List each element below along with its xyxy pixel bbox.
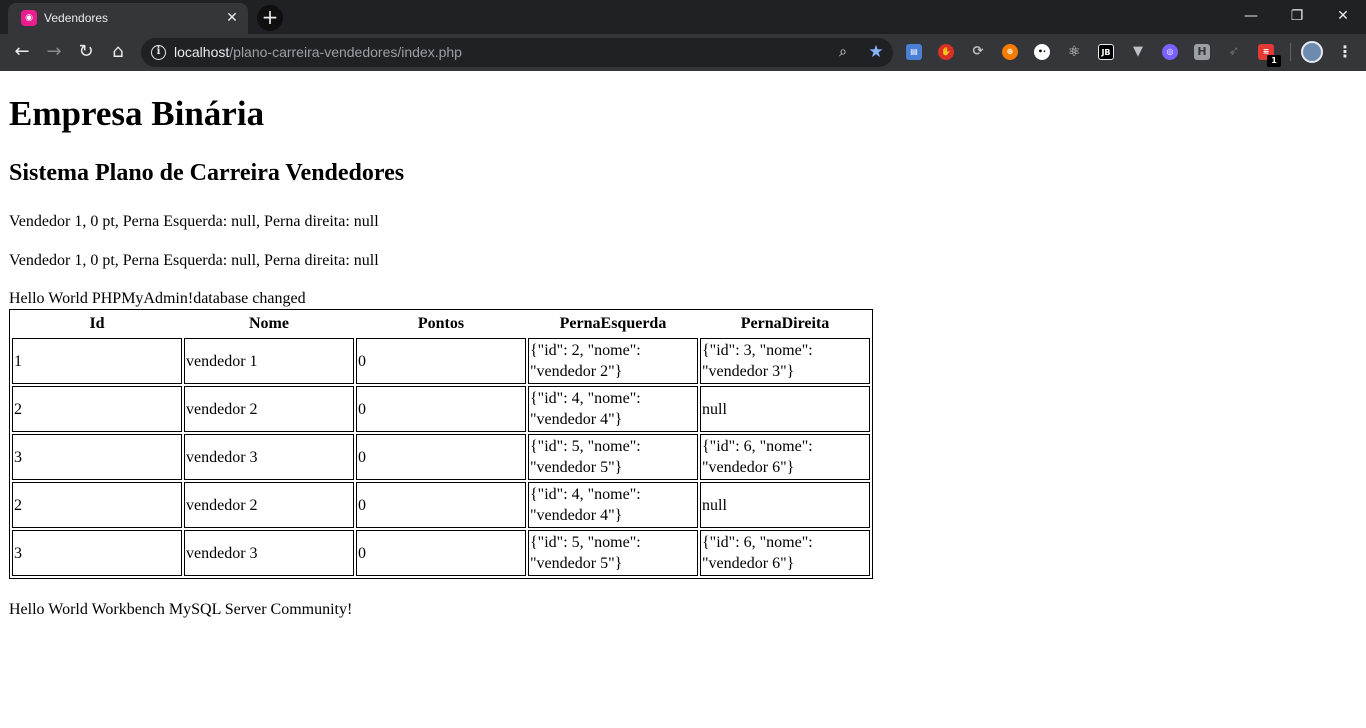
- table-header-row: Id Nome Pontos PernaEsquerda PernaDireit…: [12, 312, 870, 336]
- reload-button[interactable]: ↻: [72, 38, 100, 66]
- extension-bird-icon[interactable]: ➶: [1226, 44, 1242, 60]
- header-perna-direita: PernaDireita: [740, 315, 830, 332]
- profile-avatar[interactable]: [1301, 41, 1323, 63]
- restore-button[interactable]: ❐: [1274, 2, 1320, 30]
- cell-id: 2: [12, 386, 182, 432]
- extension-reader-icon[interactable]: ▤: [906, 44, 922, 60]
- close-window-button[interactable]: ✕: [1320, 2, 1366, 30]
- extension-jb-icon[interactable]: JB: [1098, 44, 1114, 60]
- minimize-button[interactable]: —: [1228, 2, 1274, 30]
- extension-sync-icon[interactable]: ⟳: [970, 44, 986, 60]
- cell-pontos: 0: [356, 482, 526, 528]
- bookmark-star-icon[interactable]: ★: [866, 42, 886, 62]
- cell-perna-esquerda: {"id": 5, "nome": "vendedor 5"}: [528, 434, 698, 480]
- table-row: 3 vendedor 3 0 {"id": 5, "nome": "vended…: [12, 434, 870, 480]
- back-button[interactable]: ←: [8, 38, 36, 66]
- cell-nome: vendedor 3: [184, 434, 354, 480]
- zoom-icon[interactable]: ⌕: [835, 44, 851, 60]
- table-row: 2 vendedor 2 0 {"id": 4, "nome": "vended…: [12, 386, 870, 432]
- extension-vue-icon[interactable]: ▼: [1130, 44, 1146, 60]
- header-id: Id: [89, 315, 105, 332]
- output-line-2: Vendedor 1, 0 pt, Perna Esquerda: null, …: [9, 252, 379, 269]
- cell-perna-direita: {"id": 6, "nome": "vendedor 6"}: [700, 530, 870, 576]
- cell-perna-direita: {"id": 3, "nome": "vendedor 3"}: [700, 338, 870, 384]
- cell-id: 3: [12, 434, 182, 480]
- active-tab[interactable]: ◉ Vedendores ✕: [8, 3, 248, 34]
- close-tab-icon[interactable]: ✕: [224, 10, 240, 26]
- table-row: 2 vendedor 2 0 {"id": 4, "nome": "vended…: [12, 482, 870, 528]
- new-tab-button[interactable]: +: [257, 5, 283, 31]
- url-host: localhost: [174, 44, 230, 60]
- cell-id: 1: [12, 338, 182, 384]
- cell-perna-direita: null: [700, 482, 870, 528]
- header-nome: Nome: [249, 315, 289, 332]
- cell-pontos: 0: [356, 386, 526, 432]
- cell-nome: vendedor 1: [184, 338, 354, 384]
- cell-pontos: 0: [356, 530, 526, 576]
- extension-h-icon[interactable]: H: [1194, 44, 1210, 60]
- header-pontos: Pontos: [417, 315, 465, 332]
- cell-id: 3: [12, 530, 182, 576]
- table-row: 3 vendedor 3 0 {"id": 5, "nome": "vended…: [12, 530, 870, 576]
- toolbar-divider: [1290, 43, 1291, 61]
- extension-lifesaver-icon[interactable]: ⊕: [1002, 44, 1018, 60]
- output-footer-line: Hello World Workbench MySQL Server Commu…: [9, 601, 353, 618]
- cell-perna-direita: null: [700, 386, 870, 432]
- url-path: /plano-carreira-vendedores/index.php: [229, 44, 462, 60]
- favicon-icon: ◉: [21, 10, 37, 26]
- page-content: Empresa Binária Sistema Plano de Carreir…: [0, 71, 1366, 728]
- extension-react-icon[interactable]: ⚛: [1066, 44, 1082, 60]
- page-title: Empresa Binária: [9, 94, 265, 133]
- cell-pontos: 0: [356, 434, 526, 480]
- cell-perna-esquerda: {"id": 2, "nome": "vendedor 2"}: [528, 338, 698, 384]
- forward-button[interactable]: →: [40, 38, 68, 66]
- extension-dots-icon[interactable]: •·: [1034, 44, 1050, 60]
- cell-perna-esquerda: {"id": 5, "nome": "vendedor 5"}: [528, 530, 698, 576]
- address-bar[interactable]: i localhost/plano-carreira-vendedores/in…: [141, 38, 893, 67]
- output-line-3: Hello World PHPMyAdmin!database changed: [9, 290, 306, 307]
- url-text[interactable]: localhost/plano-carreira-vendedores/inde…: [174, 44, 462, 61]
- extension-count-badge: 1: [1267, 55, 1281, 67]
- cell-perna-esquerda: {"id": 4, "nome": "vendedor 4"}: [528, 386, 698, 432]
- browser-toolbar: ← → ↻ ⌂ i localhost/plano-carreira-vende…: [0, 34, 1366, 71]
- cell-pontos: 0: [356, 338, 526, 384]
- cell-nome: vendedor 2: [184, 482, 354, 528]
- site-info-icon[interactable]: i: [151, 45, 166, 60]
- cell-nome: vendedor 2: [184, 386, 354, 432]
- cell-nome: vendedor 3: [184, 530, 354, 576]
- output-line-1: Vendedor 1, 0 pt, Perna Esquerda: null, …: [9, 213, 379, 230]
- header-perna-esquerda: PernaEsquerda: [559, 315, 667, 332]
- home-button[interactable]: ⌂: [104, 38, 132, 66]
- tab-strip: ◉ Vedendores ✕ + — ❐ ✕: [0, 0, 1366, 34]
- sellers-table: Id Nome Pontos PernaEsquerda PernaDireit…: [9, 309, 873, 579]
- page-subtitle: Sistema Plano de Carreira Vendedores: [9, 160, 405, 186]
- browser-menu-icon[interactable]: ⋮: [1335, 40, 1355, 64]
- cell-id: 2: [12, 482, 182, 528]
- table-row: 1 vendedor 1 0 {"id": 2, "nome": "vended…: [12, 338, 870, 384]
- tab-title: Vedendores: [44, 11, 109, 25]
- cell-perna-direita: {"id": 6, "nome": "vendedor 6"}: [700, 434, 870, 480]
- extension-adblock-icon[interactable]: ✋: [938, 44, 954, 60]
- cell-perna-esquerda: {"id": 4, "nome": "vendedor 4"}: [528, 482, 698, 528]
- extension-circle-icon[interactable]: ◎: [1162, 44, 1178, 60]
